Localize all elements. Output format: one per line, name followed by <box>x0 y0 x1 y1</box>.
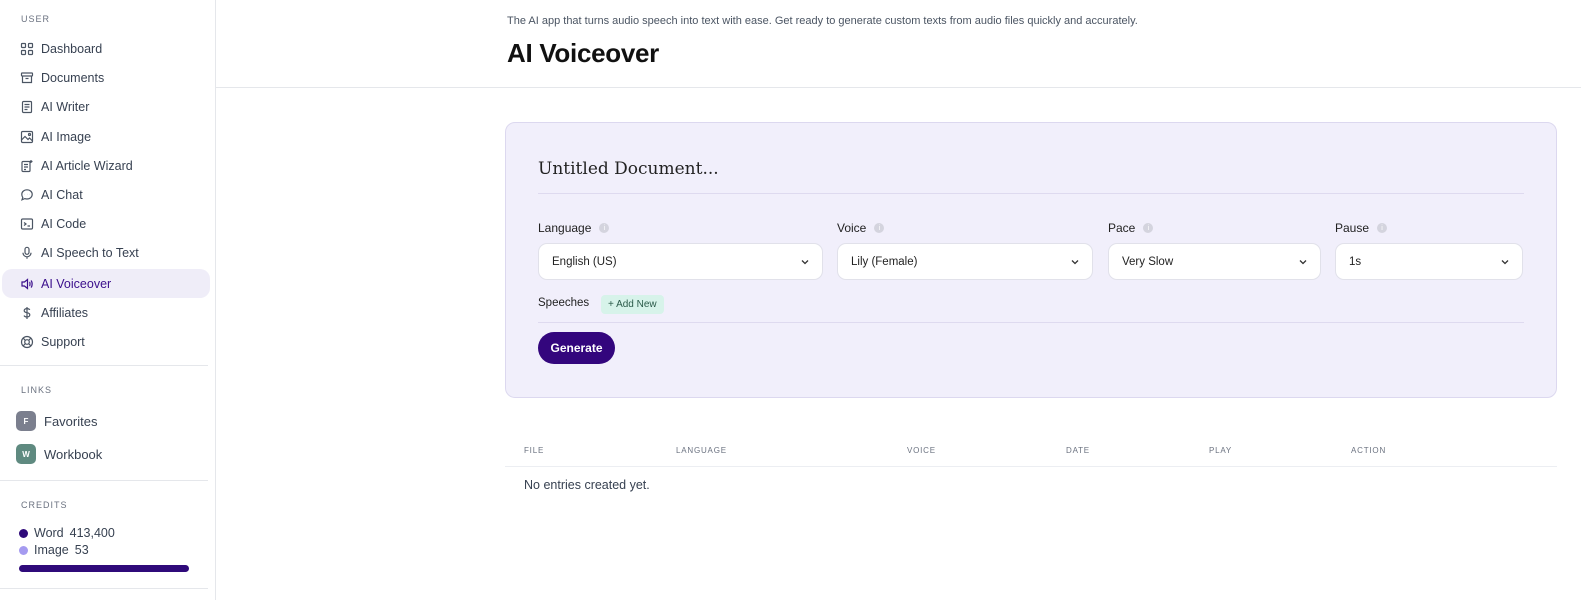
field-label-text: Language <box>538 221 592 235</box>
word-credit-dot <box>19 528 28 538</box>
pause-label: Pause i <box>1335 221 1388 235</box>
archive-icon <box>20 71 34 85</box>
credit-label: Word <box>34 526 64 540</box>
sidebar-item-ai-article-wizard[interactable]: AI Article Wizard <box>2 151 210 180</box>
column-header-play: PLAY <box>1209 446 1233 455</box>
sidebar-item-label: AI Speech to Text <box>41 245 139 260</box>
credit-image: Image 53 <box>19 543 89 557</box>
language-select[interactable]: English (US) <box>538 243 823 280</box>
sidebar-item-label: AI Image <box>41 129 92 144</box>
sidebar-item-label: AI Chat <box>41 187 83 202</box>
card-divider <box>538 193 1524 194</box>
empty-state-message: No entries created yet. <box>524 478 650 492</box>
sidebar-link-label: Workbook <box>44 446 103 462</box>
add-new-speech-button[interactable]: + Add New <box>601 295 664 314</box>
document-icon <box>20 100 34 114</box>
sidebar-item-label: Documents <box>41 70 105 85</box>
sidebar-divider <box>0 588 208 589</box>
voice-select[interactable]: Lily (Female) <box>837 243 1093 280</box>
language-label: Language i <box>538 221 610 235</box>
sidebar-item-label: Support <box>41 334 85 349</box>
generate-button[interactable]: Generate <box>538 332 615 364</box>
dashboard-icon <box>20 42 34 56</box>
pace-label: Pace i <box>1108 221 1154 235</box>
sidebar-link-label: Favorites <box>44 413 98 429</box>
sidebar-item-support[interactable]: Support <box>2 327 210 356</box>
credit-label: Image <box>34 543 69 557</box>
sidebar: USER Dashboard Documents AI Writer AI Im… <box>0 0 216 600</box>
select-value: 1s <box>1349 255 1362 268</box>
chat-icon <box>20 188 34 202</box>
pause-select[interactable]: 1s <box>1335 243 1523 280</box>
wizard-icon <box>20 159 34 173</box>
sidebar-item-ai-voiceover[interactable]: AI Voiceover <box>2 269 210 298</box>
select-value: Lily (Female) <box>851 255 918 268</box>
sidebar-item-label: Dashboard <box>41 41 103 56</box>
page-title: AI Voiceover <box>507 38 659 68</box>
credit-progress-bar <box>19 565 189 572</box>
speeches-label: Speeches <box>538 297 590 309</box>
sidebar-item-ai-speech-to-text[interactable]: AI Speech to Text <box>2 238 210 267</box>
lifebuoy-icon <box>20 335 34 349</box>
sidebar-item-label: Affiliates <box>41 305 89 320</box>
field-label-text: Voice <box>837 221 867 235</box>
sidebar-item-ai-chat[interactable]: AI Chat <box>2 180 210 209</box>
sidebar-item-label: AI Code <box>41 216 87 231</box>
sidebar-item-documents[interactable]: Documents <box>2 63 210 92</box>
page-header: The AI app that turns audio speech into … <box>216 0 1581 88</box>
pace-select[interactable]: Very Slow <box>1108 243 1321 280</box>
chevron-down-icon <box>1299 260 1307 265</box>
column-header-file: FILE <box>524 446 545 455</box>
field-label-text: Pace <box>1108 221 1136 235</box>
credit-word: Word 413,400 <box>19 526 115 540</box>
chevron-down-icon <box>801 260 809 265</box>
chevron-down-icon <box>1071 260 1079 265</box>
column-header-date: DATE <box>1066 446 1090 455</box>
app: USER Dashboard Documents AI Writer AI Im… <box>0 0 1581 600</box>
sidebar-item-dashboard[interactable]: Dashboard <box>2 34 210 63</box>
document-title[interactable]: Untitled Document... <box>538 159 719 179</box>
sidebar-item-label: AI Article Wizard <box>41 158 133 173</box>
sidebar-link-favorites[interactable]: F Favorites <box>16 410 97 432</box>
column-header-action: ACTION <box>1351 446 1387 455</box>
table-divider <box>505 466 1557 467</box>
sidebar-section-links: LINKS <box>21 385 53 395</box>
microphone-icon <box>20 246 34 260</box>
speaker-icon <box>20 277 34 291</box>
favorites-badge: F <box>16 411 36 431</box>
sidebar-item-ai-writer[interactable]: AI Writer <box>2 92 210 121</box>
sidebar-divider <box>0 365 208 366</box>
info-icon[interactable]: i <box>599 223 610 233</box>
sidebar-item-label: AI Writer <box>41 99 90 114</box>
field-label-text: Pause <box>1335 221 1370 235</box>
image-icon <box>20 130 34 144</box>
info-icon[interactable]: i <box>1143 223 1154 233</box>
sidebar-item-label: AI Voiceover <box>41 276 112 291</box>
card-divider <box>538 322 1524 323</box>
dollar-icon <box>20 306 34 320</box>
credit-value: 53 <box>74 543 89 557</box>
sidebar-section-credits: CREDITS <box>21 500 68 510</box>
voice-label: Voice i <box>837 221 885 235</box>
image-credit-dot <box>19 545 28 555</box>
column-header-language: LANGUAGE <box>676 446 727 455</box>
workbook-badge: W <box>16 444 36 464</box>
select-value: English (US) <box>552 255 617 268</box>
info-icon[interactable]: i <box>874 223 885 233</box>
terminal-icon <box>20 217 34 231</box>
select-value: Very Slow <box>1122 255 1174 268</box>
sidebar-item-ai-code[interactable]: AI Code <box>2 209 210 238</box>
sidebar-divider <box>0 480 208 481</box>
credit-progress-fill <box>19 565 189 572</box>
voiceover-card: Untitled Document... Language i English … <box>505 122 1557 398</box>
sidebar-link-workbook[interactable]: W Workbook <box>16 443 102 465</box>
sidebar-section-user: USER <box>21 14 51 24</box>
page-subtitle: The AI app that turns audio speech into … <box>507 15 1138 27</box>
chevron-down-icon <box>1501 260 1509 265</box>
sidebar-item-affiliates[interactable]: Affiliates <box>2 298 210 327</box>
sidebar-item-ai-image[interactable]: AI Image <box>2 122 210 151</box>
credit-value: 413,400 <box>69 526 115 540</box>
column-header-voice: VOICE <box>907 446 936 455</box>
info-icon[interactable]: i <box>1377 223 1388 233</box>
